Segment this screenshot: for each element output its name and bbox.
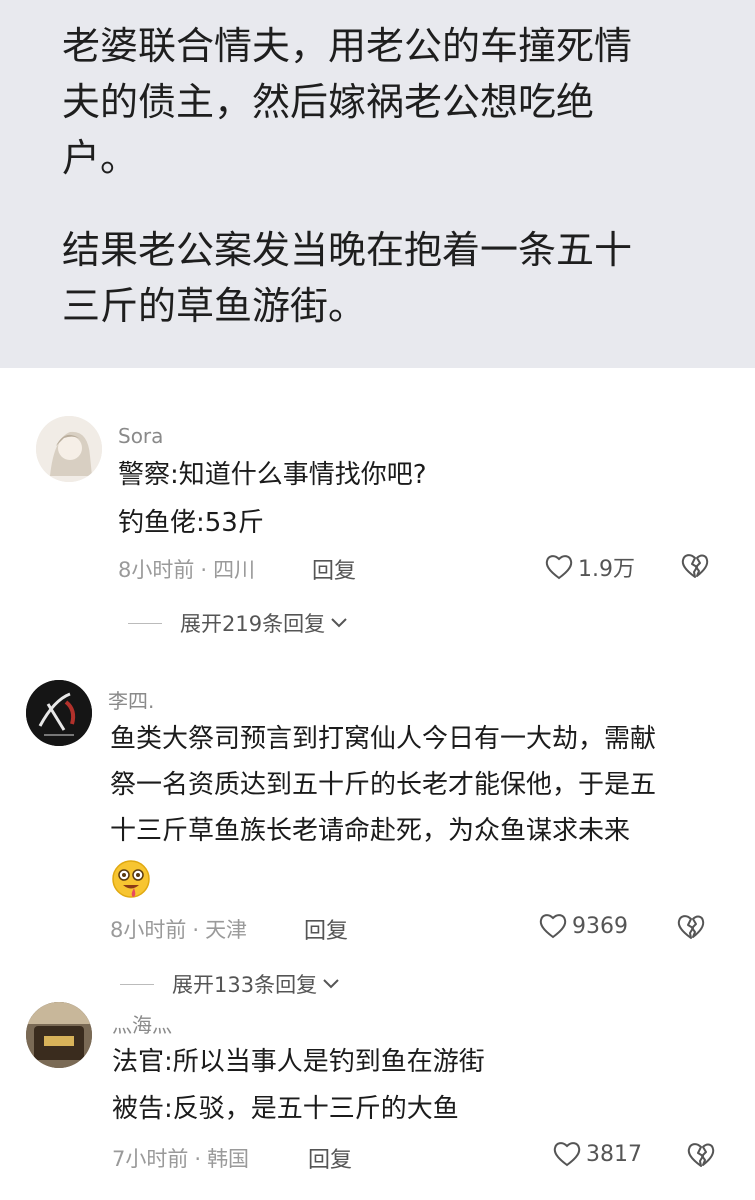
avatar[interactable]: [26, 680, 92, 746]
comment-text-line: 鱼类大祭司预言到打窝仙人今日有一大劫，需献: [110, 724, 657, 754]
broken-heart-icon: [677, 915, 705, 939]
comment-text-line: 十三斤草鱼族长老请命赴死，为众鱼谋求未来: [110, 816, 631, 846]
chevron-down-icon: [323, 979, 339, 989]
chevron-down-icon: [331, 618, 347, 628]
dislike-button[interactable]: [686, 1141, 716, 1173]
comment-text-line: 警察:知道什么事情找你吧?: [118, 460, 427, 490]
reply-button[interactable]: 回复: [312, 553, 356, 585]
heart-outline-icon: [539, 914, 567, 939]
heart-outline-icon: [545, 555, 573, 580]
like-count: 9369: [572, 913, 628, 939]
post-line: 三斤的草鱼游街。: [62, 284, 367, 328]
heart-outline-icon: [553, 1142, 581, 1167]
dislike-button[interactable]: [680, 552, 710, 584]
comment-time: 8小时前: [110, 918, 187, 942]
dislike-button[interactable]: [676, 913, 706, 945]
reply-button[interactable]: 回复: [304, 913, 348, 945]
avatar[interactable]: [36, 416, 102, 482]
comment-meta: 8小时前 · 天津: [110, 914, 247, 944]
comment-meta: 7小时前 · 韩国: [112, 1143, 249, 1173]
expand-label: 展开219条回复: [180, 612, 326, 636]
comment-text-line: 祭一名资质达到五十斤的长老才能保他，于是五: [110, 770, 657, 800]
comment-username[interactable]: Sora: [118, 424, 163, 448]
post-line: 夫的债主，然后嫁祸老公想吃绝: [62, 80, 595, 124]
like-button[interactable]: 1.9万: [544, 551, 635, 583]
like-button[interactable]: 9369: [538, 912, 628, 940]
post-content: 老婆联合情夫，用老公的车撞死情 夫的债主，然后嫁祸老公想吃绝 户。 结果老公案发…: [0, 0, 755, 368]
expand-replies-button[interactable]: 展开133条回复: [120, 969, 341, 999]
broken-heart-icon: [681, 554, 709, 578]
post-line: 老婆联合情夫，用老公的车撞死情: [62, 24, 633, 68]
comment-location: 四川: [213, 558, 256, 582]
comment-username[interactable]: 灬海灬: [112, 1009, 172, 1038]
meta-separator: ·: [192, 918, 200, 942]
comment-time: 8小时前: [118, 558, 195, 582]
comment-time: 7小时前: [112, 1147, 189, 1171]
post-line: 结果老公案发当晚在抱着一条五十: [62, 228, 633, 272]
comment-location: 韩国: [207, 1147, 250, 1171]
like-button[interactable]: 3817: [552, 1140, 642, 1168]
comment-location: 天津: [205, 918, 248, 942]
comment-text-line: 钓鱼佬:53斤: [118, 508, 264, 538]
drooling-face-emoji: [110, 858, 152, 904]
post-line: 户。: [62, 136, 139, 180]
broken-heart-icon: [687, 1143, 715, 1167]
expand-label: 展开133条回复: [172, 973, 318, 997]
comment-meta: 8小时前 · 四川: [118, 554, 255, 584]
expand-replies-button[interactable]: 展开219条回复: [128, 608, 349, 638]
like-count: 1.9万: [578, 557, 635, 582]
reply-button[interactable]: 回复: [308, 1142, 352, 1174]
like-count: 3817: [586, 1141, 642, 1167]
comment-text-line: 法官:所以当事人是钓到鱼在游街: [112, 1047, 485, 1077]
meta-separator: ·: [194, 1147, 202, 1171]
avatar[interactable]: [26, 1002, 92, 1068]
comment-username[interactable]: 李四.: [108, 685, 154, 714]
meta-separator: ·: [200, 558, 208, 582]
comment-text-line: 被告:反驳，是五十三斤的大鱼: [112, 1094, 459, 1124]
